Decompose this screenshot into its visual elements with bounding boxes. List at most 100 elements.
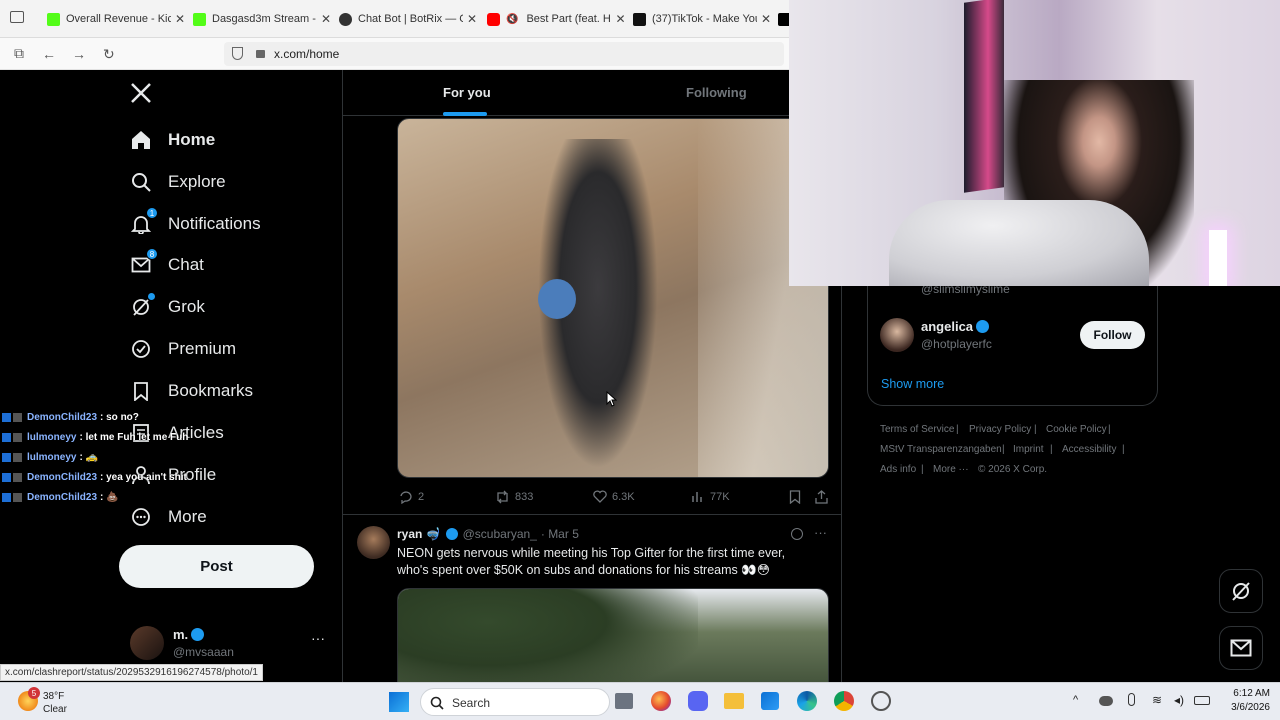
post-author-handle[interactable]: @scubaryan_ — [463, 527, 537, 541]
windows-start-icon[interactable] — [389, 692, 409, 712]
network-cloud-icon[interactable] — [1099, 696, 1113, 706]
footer-cookie[interactable]: Cookie Policy — [1046, 424, 1107, 435]
chevron-up-icon[interactable]: ^ — [1073, 694, 1078, 706]
suggestion-handle[interactable]: @hotplayerfc — [921, 337, 992, 351]
grok-fab[interactable] — [1219, 569, 1263, 613]
like-button[interactable]: 6.3K — [593, 490, 635, 503]
suggestion-name[interactable]: angelica — [921, 319, 973, 334]
follow-button[interactable]: Follow — [1080, 321, 1145, 349]
views-button[interactable]: 77K — [691, 490, 730, 503]
footer-privacy[interactable]: Privacy Policy — [969, 424, 1031, 435]
chat-badge-icon — [13, 473, 22, 482]
wifi-icon[interactable]: ≋ — [1152, 693, 1162, 707]
back-arrow-icon[interactable]: ← — [42, 46, 56, 62]
tab-list-icon[interactable] — [10, 11, 24, 23]
chat-message: : let me Fuh let me Fuh — [79, 432, 189, 443]
webcam-overlay — [789, 0, 1280, 286]
footer-mstv[interactable]: MStV Transparenzangaben — [880, 444, 1002, 455]
chat-badge-icon — [2, 473, 11, 482]
browser-tab-4[interactable]: 🔇 Best Part (feat. H.E ✕ — [487, 6, 626, 32]
cam-knees — [889, 200, 1149, 286]
kick-icon — [193, 12, 206, 26]
post-more-icon[interactable]: ··· — [814, 525, 827, 540]
new-window-icon[interactable]: ⧉ — [14, 45, 24, 62]
tab-following[interactable]: Following — [686, 85, 747, 100]
footer-sep: | — [921, 464, 924, 475]
account-name: m. — [173, 627, 189, 642]
footer-terms[interactable]: Terms of Service — [880, 424, 954, 435]
messages-fab[interactable] — [1219, 626, 1263, 670]
post-button[interactable]: Post — [119, 545, 314, 588]
app-icon[interactable] — [871, 691, 891, 711]
grok-icon[interactable] — [791, 528, 803, 540]
forward-arrow-icon[interactable]: → — [72, 46, 86, 62]
edge-icon[interactable] — [797, 691, 817, 711]
lock-icon[interactable] — [256, 50, 265, 58]
clock-date[interactable]: 3/6/2026 — [1216, 702, 1270, 713]
show-more-link[interactable]: Show more — [881, 377, 944, 391]
firefox-icon[interactable] — [651, 691, 671, 711]
chat-badge-icon — [2, 453, 11, 462]
chrome-icon[interactable] — [834, 691, 854, 711]
close-tab-icon[interactable]: ✕ — [615, 12, 625, 26]
discord-icon[interactable] — [688, 691, 708, 711]
chat-badge: 8 — [146, 248, 158, 260]
botrix-icon — [339, 12, 352, 26]
nav-grok[interactable]: Grok — [130, 292, 205, 322]
file-explorer-icon[interactable] — [724, 693, 744, 709]
nav-bookmarks[interactable]: Bookmarks — [130, 376, 253, 406]
reply-button[interactable]: 2 — [399, 490, 424, 504]
link-status-bar: x.com/clashreport/status/202953291619627… — [0, 664, 263, 681]
footer-accessibility[interactable]: Accessibility — [1062, 444, 1116, 455]
account-switcher[interactable]: m. @mvsaaan ··· — [128, 624, 328, 664]
heart-icon — [593, 490, 607, 503]
browser-tab-3[interactable]: Chat Bot | BotRix — Cl ✕ — [339, 6, 477, 32]
repost-button[interactable]: 833 — [495, 490, 533, 504]
share-button[interactable] — [815, 490, 833, 504]
nav-notifications[interactable]: 1 Notifications — [130, 207, 261, 239]
nav-more[interactable]: More — [130, 502, 207, 532]
reload-icon[interactable]: ↻ — [103, 46, 115, 63]
close-tab-icon[interactable]: ✕ — [761, 12, 771, 26]
browser-tab-5[interactable]: (37)TikTok - Make You ✕ — [633, 6, 771, 32]
url-field[interactable]: x.com/home — [224, 42, 784, 66]
close-tab-icon[interactable]: ✕ — [321, 12, 331, 26]
nav-explore[interactable]: Explore — [130, 167, 226, 197]
nav-premium[interactable]: Premium — [130, 334, 236, 364]
shield-icon[interactable] — [232, 47, 243, 60]
more-dots-icon[interactable]: ··· — [311, 630, 325, 646]
post-avatar[interactable] — [357, 526, 390, 559]
store-icon[interactable] — [761, 692, 779, 710]
post-author-name[interactable]: ryan 🤿 — [397, 527, 441, 541]
post-video[interactable] — [397, 588, 829, 682]
volume-icon[interactable]: ◂) — [1174, 693, 1184, 707]
home-icon — [130, 129, 152, 151]
post-date[interactable]: · Mar 5 — [541, 527, 579, 541]
avatar[interactable] — [880, 318, 914, 352]
footer-ads-info[interactable]: Ads info — [880, 464, 916, 475]
clock-time[interactable]: 6:12 AM — [1220, 688, 1270, 699]
browser-tab-2[interactable]: Dasgasd3m Stream - V ✕ — [193, 6, 331, 32]
browser-tab-1[interactable]: Overall Revenue - Kick ✕ — [47, 6, 185, 32]
youtube-icon — [487, 12, 500, 26]
close-tab-icon[interactable]: ✕ — [467, 12, 477, 26]
microphone-icon[interactable] — [1128, 693, 1135, 706]
battery-icon[interactable] — [1194, 696, 1210, 705]
footer-more[interactable]: More ··· — [933, 464, 969, 475]
weather-widget[interactable]: 5 38°F Clear — [18, 687, 108, 717]
post-photo[interactable] — [397, 118, 829, 478]
muted-speaker-icon[interactable]: 🔇 — [506, 14, 518, 25]
views-count: 77K — [710, 490, 730, 503]
tab-title: Overall Revenue - Kick — [66, 13, 171, 25]
chat-line: DemonChild23 : so no? — [2, 412, 139, 423]
task-view-icon[interactable] — [615, 693, 633, 709]
taskbar-search[interactable]: Search — [420, 688, 610, 716]
x-logo-icon[interactable] — [130, 82, 152, 104]
nav-home[interactable]: Home — [130, 125, 215, 155]
close-tab-icon[interactable]: ✕ — [175, 12, 185, 26]
bookmark-button[interactable] — [789, 490, 806, 504]
tab-for-you[interactable]: For you — [443, 85, 491, 100]
nav-chat[interactable]: 8 Chat — [130, 248, 204, 280]
chat-message: : yea you ain't shit — [100, 472, 187, 483]
footer-imprint[interactable]: Imprint — [1013, 444, 1044, 455]
